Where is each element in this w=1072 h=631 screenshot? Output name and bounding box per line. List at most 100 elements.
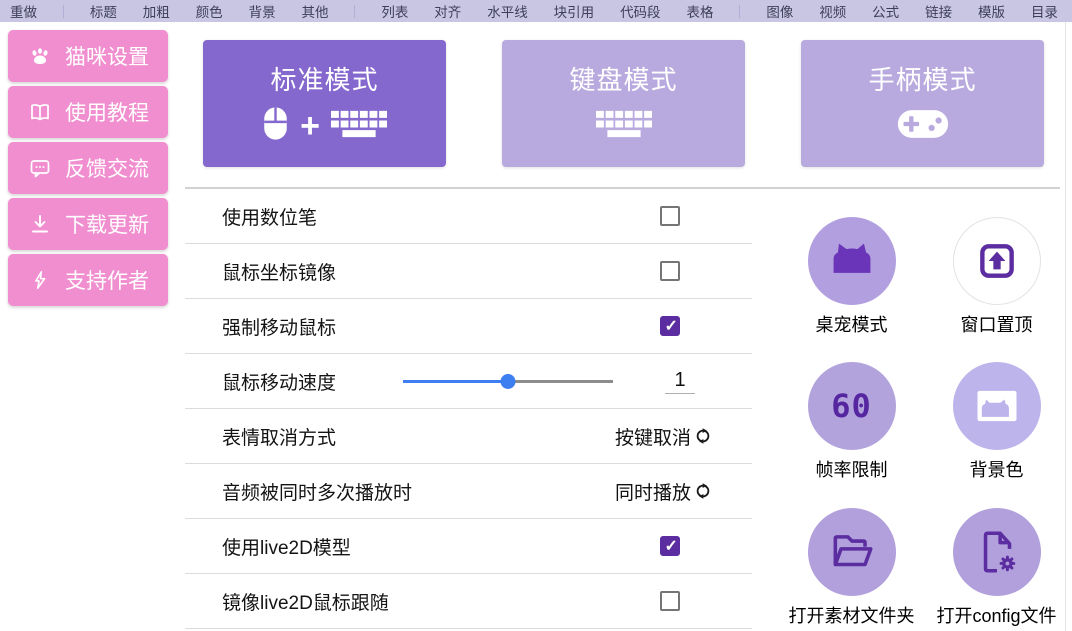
setting-label: 表情取消方式 bbox=[222, 423, 336, 450]
sidebar-item-support-author[interactable]: 支持作者 bbox=[8, 254, 168, 306]
mode-button-gamepad[interactable]: 手柄模式 bbox=[801, 40, 1044, 167]
download-icon bbox=[28, 212, 52, 236]
open-config-file-button[interactable] bbox=[953, 508, 1041, 596]
settings-list: 使用数位笔 鼠标坐标镜像 强制移动鼠标 鼠标移动速度 bbox=[185, 189, 752, 629]
toolbar-item-background[interactable]: 背景 bbox=[249, 1, 276, 21]
setting-label: 强制移动鼠标 bbox=[222, 313, 336, 340]
mode-button-row: 标准模式 + 键盘模式 手柄模式 bbox=[185, 22, 1072, 167]
desktop-pet-button[interactable] bbox=[808, 217, 896, 305]
setting-row-live2d-mirror-follow: 镜像live2D鼠标跟随 bbox=[185, 574, 752, 629]
setting-row-mouse-speed: 鼠标移动速度 1 bbox=[185, 354, 752, 409]
mode-button-standard[interactable]: 标准模式 + bbox=[203, 40, 446, 167]
toolbar-item-image[interactable]: 图像 bbox=[766, 1, 793, 21]
toolbar-item-template[interactable]: 模版 bbox=[978, 1, 1005, 21]
toolbar-item-table[interactable]: 表格 bbox=[686, 1, 713, 21]
file-gear-icon bbox=[972, 527, 1022, 577]
slider-track-empty bbox=[508, 380, 613, 383]
toolbar-item-toc[interactable]: 目录 bbox=[1031, 1, 1058, 21]
settings-panel: 标准模式 + 键盘模式 手柄模式 bbox=[185, 22, 1072, 631]
toolbar-separator bbox=[354, 5, 355, 18]
quick-actions-grid: 桌宠模式 窗口置顶 60 帧率限制 背景色 bbox=[779, 189, 1069, 629]
toolbar-item-align[interactable]: 对齐 bbox=[434, 1, 461, 21]
cycle-icon bbox=[694, 482, 712, 500]
mouse-icon bbox=[261, 105, 290, 147]
sidebar-item-download-update[interactable]: 下载更新 bbox=[8, 198, 168, 250]
fps-limit-button[interactable]: 60 bbox=[808, 362, 896, 450]
mode-button-keyboard[interactable]: 键盘模式 bbox=[502, 40, 745, 167]
toolbar-item-hr[interactable]: 水平线 bbox=[487, 1, 528, 21]
open-assets-folder-button[interactable] bbox=[808, 508, 896, 596]
live2d-mirror-follow-checkbox[interactable] bbox=[660, 591, 680, 611]
gamepad-icon bbox=[897, 109, 949, 144]
setting-row-digital-pen: 使用数位笔 bbox=[185, 189, 752, 244]
setting-label: 使用live2D模型 bbox=[222, 533, 351, 560]
scrollbar-track[interactable] bbox=[1065, 22, 1066, 631]
toolbar-item-bold[interactable]: 加粗 bbox=[143, 1, 170, 21]
toolbar-separator bbox=[739, 5, 740, 18]
sidebar: 猫咪设置 使用教程 反馈交流 下载更新 支持作者 bbox=[8, 30, 168, 306]
setting-label: 使用数位笔 bbox=[222, 203, 317, 230]
keyboard-icon bbox=[330, 110, 388, 143]
sidebar-item-label: 猫咪设置 bbox=[65, 41, 149, 71]
sidebar-item-label: 使用教程 bbox=[65, 97, 149, 127]
pin-top-icon bbox=[974, 238, 1020, 284]
setting-label: 鼠标坐标镜像 bbox=[222, 258, 336, 285]
toolbar-item-redo[interactable]: 重做 bbox=[10, 1, 37, 21]
setting-label: 鼠标移动速度 bbox=[222, 368, 336, 395]
image-icon bbox=[971, 380, 1023, 432]
quick-action-window-pin: 窗口置顶 bbox=[924, 217, 1069, 338]
toolbar-item-formula[interactable]: 公式 bbox=[872, 1, 899, 21]
fps-limit-badge: 60 bbox=[831, 387, 872, 425]
sidebar-item-cat-settings[interactable]: 猫咪设置 bbox=[8, 30, 168, 82]
toolbar-item-code[interactable]: 代码段 bbox=[620, 1, 661, 21]
mouse-mirror-checkbox[interactable] bbox=[660, 261, 680, 281]
chat-icon bbox=[28, 156, 52, 180]
setting-row-expression-cancel: 表情取消方式 按键取消 bbox=[185, 409, 752, 464]
expression-cancel-select[interactable]: 按键取消 bbox=[615, 423, 712, 450]
mode-label: 标准模式 bbox=[270, 60, 378, 97]
book-icon bbox=[28, 100, 52, 124]
window-pin-button[interactable] bbox=[953, 217, 1041, 305]
lightning-icon bbox=[28, 268, 52, 292]
setting-row-audio-overlap: 音频被同时多次播放时 同时播放 bbox=[185, 464, 752, 519]
quick-action-label: 打开config文件 bbox=[936, 602, 1056, 628]
quick-action-label: 帧率限制 bbox=[816, 456, 888, 482]
mouse-speed-value-input[interactable]: 1 bbox=[665, 369, 695, 394]
quick-action-label: 打开素材文件夹 bbox=[789, 602, 915, 628]
sidebar-item-tutorial[interactable]: 使用教程 bbox=[8, 86, 168, 138]
background-color-button[interactable] bbox=[953, 362, 1041, 450]
setting-row-live2d-model: 使用live2D模型 bbox=[185, 519, 752, 574]
toolbar-separator bbox=[63, 5, 64, 18]
sidebar-item-label: 反馈交流 bbox=[65, 153, 149, 183]
sidebar-item-feedback[interactable]: 反馈交流 bbox=[8, 142, 168, 194]
toolbar-item-color[interactable]: 颜色 bbox=[196, 1, 223, 21]
keyboard-icon bbox=[595, 110, 653, 143]
sidebar-item-label: 下载更新 bbox=[65, 209, 149, 239]
toolbar-item-link[interactable]: 链接 bbox=[925, 1, 952, 21]
select-value: 同时播放 bbox=[615, 478, 691, 505]
setting-label: 音频被同时多次播放时 bbox=[222, 478, 412, 505]
audio-overlap-select[interactable]: 同时播放 bbox=[615, 478, 712, 505]
setting-row-force-move-mouse: 强制移动鼠标 bbox=[185, 299, 752, 354]
slider-thumb[interactable] bbox=[501, 374, 516, 389]
toolbar-item-video[interactable]: 视频 bbox=[819, 1, 846, 21]
mode-label: 手柄模式 bbox=[868, 60, 976, 97]
toolbar-item-list[interactable]: 列表 bbox=[381, 1, 408, 21]
toolbar-item-heading[interactable]: 标题 bbox=[90, 1, 117, 21]
sidebar-item-label: 支持作者 bbox=[65, 265, 149, 295]
toolbar-item-blockquote[interactable]: 块引用 bbox=[554, 1, 595, 21]
mode-label: 键盘模式 bbox=[569, 60, 677, 97]
toolbar-item-other[interactable]: 其他 bbox=[302, 1, 329, 21]
plus-icon: + bbox=[300, 107, 320, 145]
live2d-model-checkbox[interactable] bbox=[660, 536, 680, 556]
quick-action-open-assets-folder: 打开素材文件夹 bbox=[779, 508, 924, 629]
slider-track-filled bbox=[403, 380, 508, 383]
paw-icon bbox=[28, 44, 52, 68]
digital-pen-checkbox[interactable] bbox=[660, 206, 680, 226]
force-move-mouse-checkbox[interactable] bbox=[660, 316, 680, 336]
mouse-speed-slider[interactable] bbox=[403, 373, 613, 389]
editor-toolbar: 重做 标题 加粗 颜色 背景 其他 列表 对齐 水平线 块引用 代码段 表格 图… bbox=[0, 0, 1072, 22]
quick-action-open-config-file: 打开config文件 bbox=[924, 508, 1069, 629]
cycle-icon bbox=[694, 427, 712, 445]
folder-open-icon bbox=[827, 527, 877, 577]
